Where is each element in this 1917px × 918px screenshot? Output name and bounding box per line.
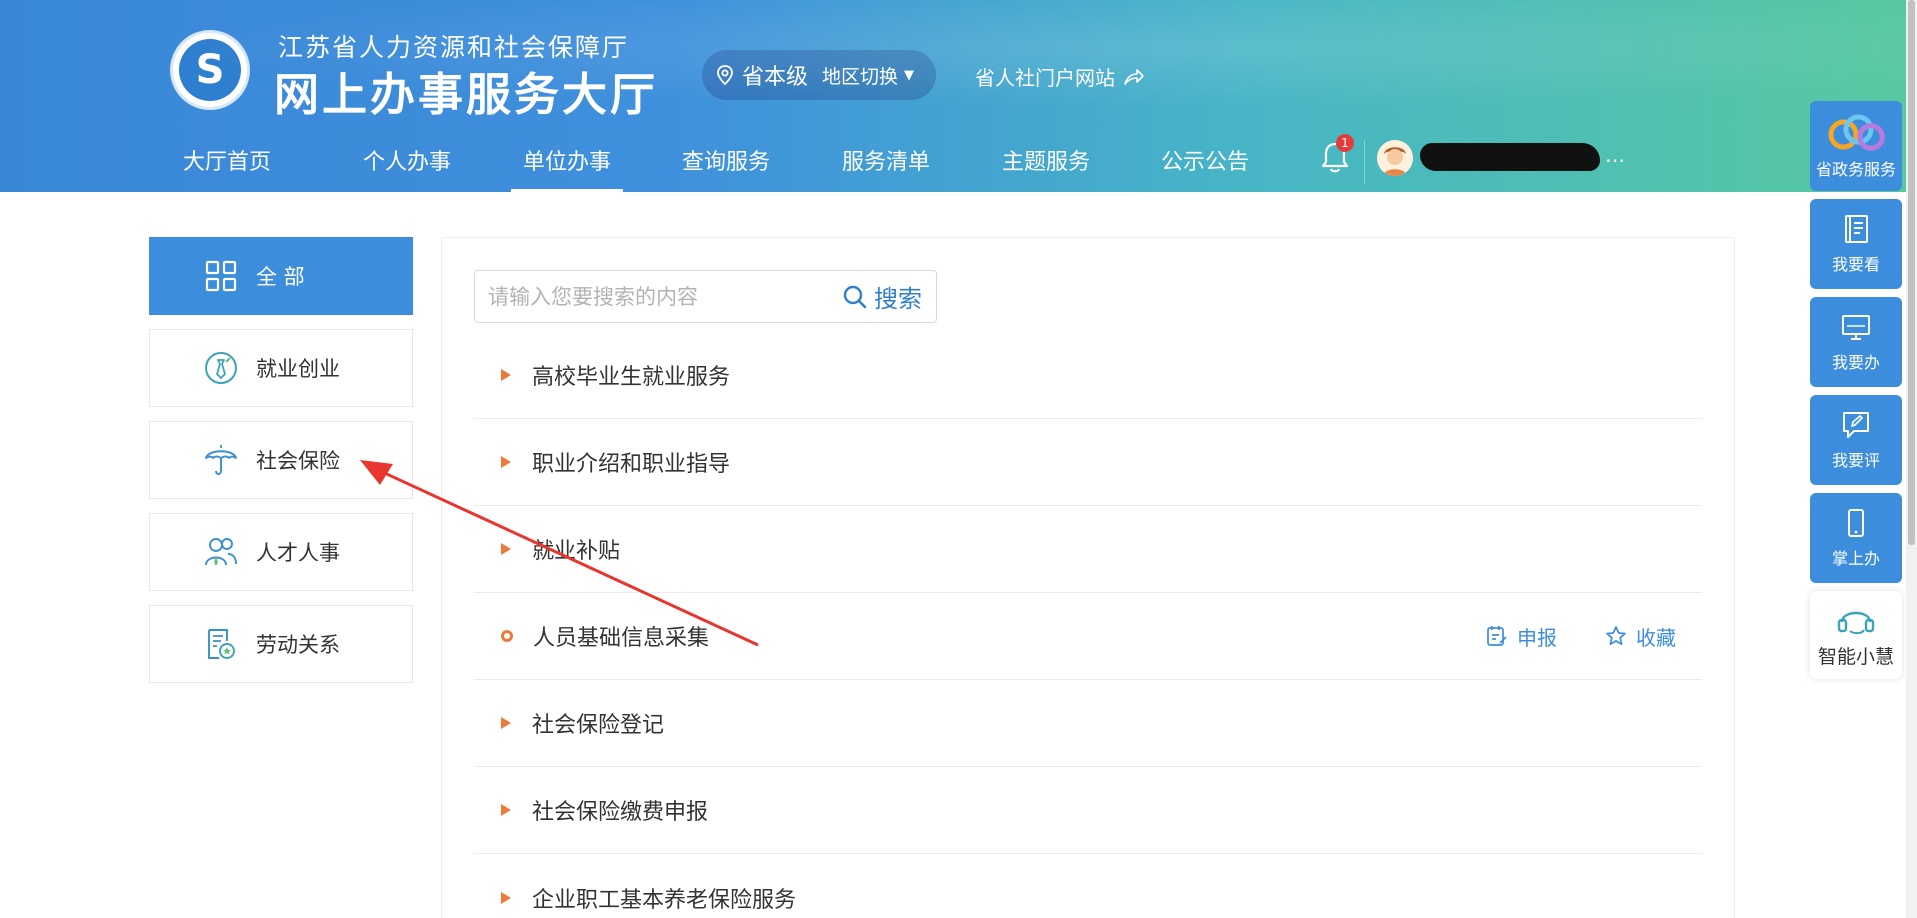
tie-icon	[205, 352, 237, 384]
sidebar-item-employment[interactable]: 就业创业	[149, 329, 413, 407]
region-selector[interactable]: 省本级 地区切换 ▼	[702, 50, 936, 100]
float-view[interactable]: 我要看	[1810, 199, 1902, 289]
gov-service-logo-icon	[1828, 114, 1885, 151]
service-label: 社会保险登记	[532, 713, 665, 738]
float-review[interactable]: 我要评	[1810, 395, 1902, 485]
list-item[interactable]: 人员基础信息采集 申报 收藏	[474, 593, 1702, 680]
float-label: 智能小慧	[1817, 645, 1894, 668]
apply-button[interactable]: 申报	[1486, 622, 1557, 651]
service-label: 社会保险缴费申报	[532, 800, 709, 825]
float-mobile[interactable]: 掌上办	[1810, 493, 1902, 583]
sidebar-item-label: 劳动关系	[256, 633, 340, 657]
expand-triangle-icon	[501, 369, 511, 381]
comment-edit-icon	[1843, 412, 1869, 438]
book-icon	[1845, 215, 1868, 243]
main-nav: 大厅首页 个人办事 单位办事 查询服务 服务清单 主题服务 公示公告	[0, 128, 1917, 192]
expand-triangle-icon	[501, 456, 511, 468]
nav-item-service-list[interactable]: 服务清单	[842, 144, 930, 176]
expand-triangle-icon	[501, 543, 511, 555]
monitor-icon	[1842, 315, 1870, 340]
favorite-button[interactable]: 收藏	[1605, 622, 1676, 651]
search-input[interactable]	[475, 271, 842, 322]
search-box: 搜索	[474, 270, 937, 323]
float-label: 掌上办	[1831, 549, 1880, 568]
list-item[interactable]: 社会保险登记	[474, 680, 1702, 767]
sidebar-item-all[interactable]: 全 部	[149, 237, 413, 315]
user-name[interactable]: …	[1420, 143, 1625, 171]
contract-icon	[208, 629, 235, 659]
list-item[interactable]: 社会保险缴费申报	[474, 767, 1702, 854]
nav-item-unit[interactable]: 单位办事	[510, 144, 624, 192]
grid-icon	[205, 260, 237, 292]
sidebar-item-talent-hr[interactable]: 人才人事	[149, 513, 413, 591]
umbrella-icon	[205, 445, 237, 475]
sidebar-item-label: 就业创业	[256, 357, 340, 381]
nav-divider	[1364, 140, 1365, 184]
user-avatar-icon	[1377, 140, 1413, 176]
headset-icon	[1837, 611, 1875, 634]
float-label: 我要办	[1831, 353, 1880, 372]
nav-item-notice[interactable]: 公示公告	[1161, 144, 1249, 176]
list-item[interactable]: 高校毕业生就业服务	[474, 332, 1702, 419]
leaf-ring-icon	[501, 630, 513, 642]
avatar[interactable]	[1377, 140, 1413, 176]
float-label: 我要看	[1831, 255, 1880, 274]
sidebar-item-label: 人才人事	[256, 541, 340, 565]
scrollbar-thumb[interactable]	[1908, 0, 1915, 545]
chevron-down-icon: ▼	[904, 67, 915, 83]
service-label: 就业补贴	[532, 539, 621, 564]
service-label: 高校毕业生就业服务	[532, 365, 731, 390]
portal-link[interactable]: 省人社门户网站	[975, 62, 1145, 91]
hall-name: 网上办事服务大厅	[274, 68, 659, 121]
star-icon	[1606, 626, 1626, 646]
float-label: 我要评	[1831, 451, 1880, 470]
service-label: 职业介绍和职业指导	[532, 452, 731, 477]
form-edit-icon	[1487, 626, 1507, 646]
float-do[interactable]: 我要办	[1810, 297, 1902, 387]
list-item[interactable]: 职业介绍和职业指导	[474, 419, 1702, 506]
service-label: 企业职工基本养老保险服务	[532, 887, 797, 913]
nav-item-query[interactable]: 查询服务	[682, 144, 770, 176]
phone-icon	[1848, 509, 1864, 537]
apply-button-label: 申报	[1517, 625, 1557, 650]
sidebar-item-labor-relations[interactable]: 劳动关系	[149, 605, 413, 683]
sidebar-item-social-insurance[interactable]: 社会保险	[149, 421, 413, 499]
service-label: 人员基础信息采集	[533, 626, 710, 651]
search-icon	[843, 285, 867, 308]
share-arrow-icon	[1124, 68, 1144, 85]
notification-badge: 1	[1336, 134, 1354, 152]
site-logo[interactable]: S	[170, 30, 250, 110]
redacted-name-mark	[1420, 143, 1600, 171]
search-button-label: 搜索	[874, 285, 922, 313]
nav-item-home[interactable]: 大厅首页	[183, 144, 271, 176]
favorite-button-label: 收藏	[1636, 625, 1676, 650]
expand-triangle-icon	[501, 717, 511, 729]
float-assistant[interactable]: 智能小慧	[1810, 591, 1902, 679]
expand-triangle-icon	[501, 804, 511, 816]
people-icon	[205, 538, 237, 566]
sidebar-item-label: 全 部	[256, 265, 305, 289]
float-gov-service[interactable]: 省政务服务	[1810, 101, 1902, 191]
nav-item-personal[interactable]: 个人办事	[363, 144, 451, 176]
region-level: 省本级	[742, 65, 809, 90]
float-label: 省政务服务	[1815, 160, 1896, 179]
nav-item-theme[interactable]: 主题服务	[1002, 144, 1090, 176]
user-name-ellipsis: …	[1605, 143, 1625, 167]
location-pin-icon	[717, 65, 733, 85]
expand-triangle-icon	[501, 891, 511, 904]
service-actions: 申报 收藏	[1486, 593, 1676, 679]
region-switch-label[interactable]: 地区切换	[822, 62, 898, 89]
search-button[interactable]: 搜索	[842, 279, 936, 314]
list-item[interactable]: 就业补贴	[474, 506, 1702, 593]
sidebar-item-label: 社会保险	[256, 449, 340, 473]
page: S 江苏省人力资源和社会保障厅 网上办事服务大厅 省本级 地区切换 ▼ 省人社门…	[0, 0, 1917, 918]
portal-link-label: 省人社门户网站	[975, 66, 1115, 90]
list-item[interactable]: 企业职工基本养老保险服务	[474, 854, 1702, 918]
